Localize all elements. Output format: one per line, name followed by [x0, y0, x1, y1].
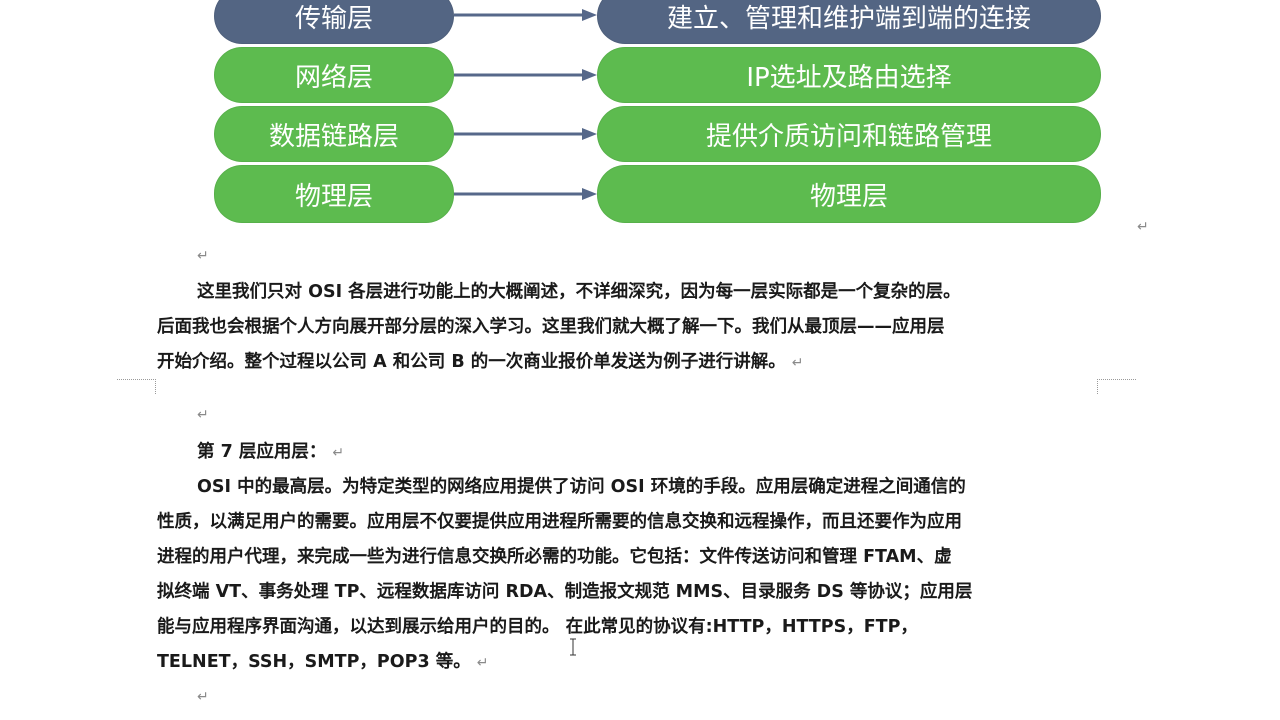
layer-physical-label: 物理层: [294, 181, 373, 212]
arrow-right-icon: [454, 9, 597, 21]
section-line-6: TELNET，SSH，SMTP，POP3 等。: [157, 652, 471, 672]
layer-datalink-label: 数据链路层: [268, 121, 399, 152]
arrow-right-icon: [454, 69, 597, 81]
intro-line-3: 开始介绍。整个过程以公司 A 和公司 B 的一次商业报价单发送为例子进行讲解。: [157, 352, 786, 372]
function-datalink-box: 提供介质访问和链路管理: [597, 106, 1101, 162]
arrow-right-icon: [454, 188, 597, 200]
section-paragraph: OSI 中的最高层。为特定类型的网络应用提供了访问 OSI 环境的手段。应用层确…: [157, 470, 1087, 681]
intro-line-1: 这里我们只对 OSI 各层进行功能上的大概阐述，不详细深究，因为每一层实际都是一…: [197, 282, 961, 302]
function-physical-box: 物理层: [597, 165, 1101, 223]
function-transport-box: 建立、管理和维护端到端的连接: [597, 0, 1101, 44]
section-line-1: OSI 中的最高层。为特定类型的网络应用提供了访问 OSI 环境的手段。应用层确…: [197, 477, 966, 497]
layer-transport-box: 传输层: [214, 0, 454, 44]
arrow-right-icon: [454, 128, 597, 140]
paragraph-mark-icon: ↵: [791, 355, 804, 371]
page-corner-guide-right: [1097, 379, 1136, 394]
paragraph-mark-icon: ↵: [197, 248, 209, 264]
layer-physical-box: 物理层: [214, 165, 454, 223]
function-physical-label: 物理层: [809, 181, 888, 212]
paragraph-mark-icon: ↵: [197, 407, 209, 423]
section-line-5: 能与应用程序界面沟通，以达到展示给用户的目的。 在此常见的协议有:HTTP，HT…: [157, 617, 918, 637]
layer-network-box: 网络层: [214, 47, 454, 103]
section-line-2: 性质，以满足用户的需要。应用层不仅要提供应用进程所需要的信息交换和远程操作，而且…: [157, 512, 962, 532]
page-corner-guide-left: [117, 379, 156, 394]
paragraph-mark-icon: ↵: [197, 689, 209, 705]
layer-transport-label: 传输层: [294, 3, 373, 34]
layer-datalink-box: 数据链路层: [214, 106, 454, 162]
paragraph-mark-icon: ↵: [1137, 219, 1149, 235]
section-line-4: 拟终端 VT、事务处理 TP、远程数据库访问 RDA、制造报文规范 MMS、目录…: [157, 582, 973, 602]
layer-network-label: 网络层: [294, 62, 373, 93]
function-network-label: IP选址及路由选择: [746, 62, 952, 93]
text-cursor-icon: [570, 638, 576, 656]
paragraph-mark-icon: ↵: [476, 655, 489, 671]
paragraph-mark-icon: ↵: [332, 445, 345, 461]
section-heading: 第 7 层应用层： ↵: [197, 435, 344, 471]
document-page: 传输层 建立、管理和维护端到端的连接 网络层 IP选址及路由选择 数据链路层 提…: [0, 0, 1280, 720]
intro-paragraph: 这里我们只对 OSI 各层进行功能上的大概阐述，不详细深究，因为每一层实际都是一…: [157, 275, 1087, 381]
intro-line-2: 后面我也会根据个人方向展开部分层的深入学习。这里我们就大概了解一下。我们从最顶层…: [157, 317, 945, 337]
section-line-3: 进程的用户代理，来完成一些为进行信息交换所必需的功能。它包括：文件传送访问和管理…: [157, 547, 952, 567]
function-datalink-label: 提供介质访问和链路管理: [705, 121, 992, 152]
section-heading-text: 第 7 层应用层：: [197, 442, 327, 462]
function-network-box: IP选址及路由选择: [597, 47, 1101, 103]
function-transport-label: 建立、管理和维护端到端的连接: [666, 3, 1031, 34]
